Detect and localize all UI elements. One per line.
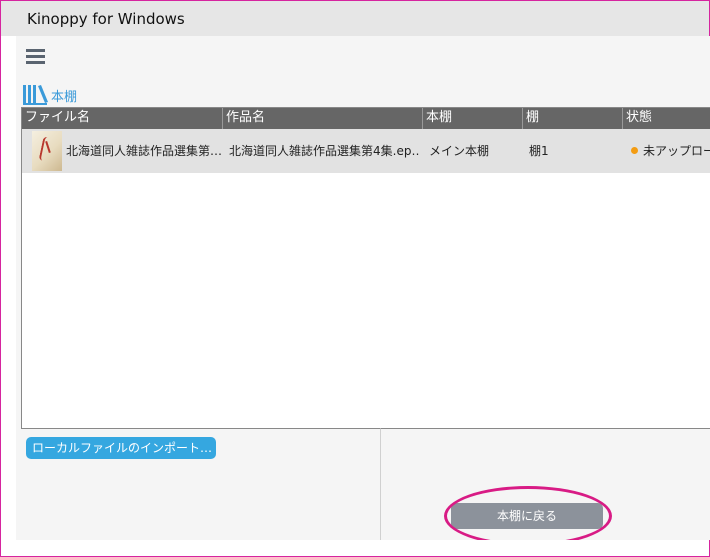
hamburger-menu-icon[interactable] bbox=[26, 49, 45, 64]
cell-shelf: 棚1 bbox=[529, 144, 549, 158]
book-table: ファイル名 作品名 本棚 棚 状態 北海道同人雑誌作品選集第… 北海道同人雑誌作… bbox=[21, 107, 710, 429]
status-text: 未アップロー bbox=[643, 144, 710, 158]
cell-bookshelf: メイン本棚 bbox=[429, 144, 490, 158]
back-to-bookshelf-button[interactable]: 本棚に戻る bbox=[451, 503, 603, 529]
window-title: Kinoppy for Windows bbox=[27, 10, 185, 28]
status-dot-icon bbox=[631, 147, 638, 154]
table-header: ファイル名 作品名 本棚 棚 状態 bbox=[22, 108, 710, 129]
column-header-shelf[interactable]: 棚 bbox=[523, 108, 623, 129]
active-tab-indicator bbox=[23, 103, 47, 105]
cell-file-name: 北海道同人雑誌作品選集第… bbox=[66, 144, 221, 158]
column-header-status[interactable]: 状態 bbox=[623, 108, 710, 129]
book-cover-thumbnail bbox=[32, 131, 62, 171]
bottom-margin bbox=[1, 540, 709, 555]
import-local-file-button[interactable]: ローカルファイルのインポート… bbox=[26, 437, 216, 459]
column-header-bookshelf[interactable]: 本棚 bbox=[423, 108, 523, 129]
table-row[interactable]: 北海道同人雑誌作品選集第… 北海道同人雑誌作品選集第4集.ep… メイン本棚 棚… bbox=[22, 129, 710, 173]
cell-status: 未アップロー bbox=[631, 129, 710, 173]
column-header-title[interactable]: 作品名 bbox=[223, 108, 423, 129]
column-header-file-name[interactable]: ファイル名 bbox=[22, 108, 223, 129]
cell-title: 北海道同人雑誌作品選集第4集.ep… bbox=[229, 144, 419, 158]
bookshelf-icon bbox=[23, 85, 48, 103]
title-bar: Kinoppy for Windows bbox=[1, 1, 709, 36]
tab-bookshelf-label: 本棚 bbox=[51, 90, 78, 105]
